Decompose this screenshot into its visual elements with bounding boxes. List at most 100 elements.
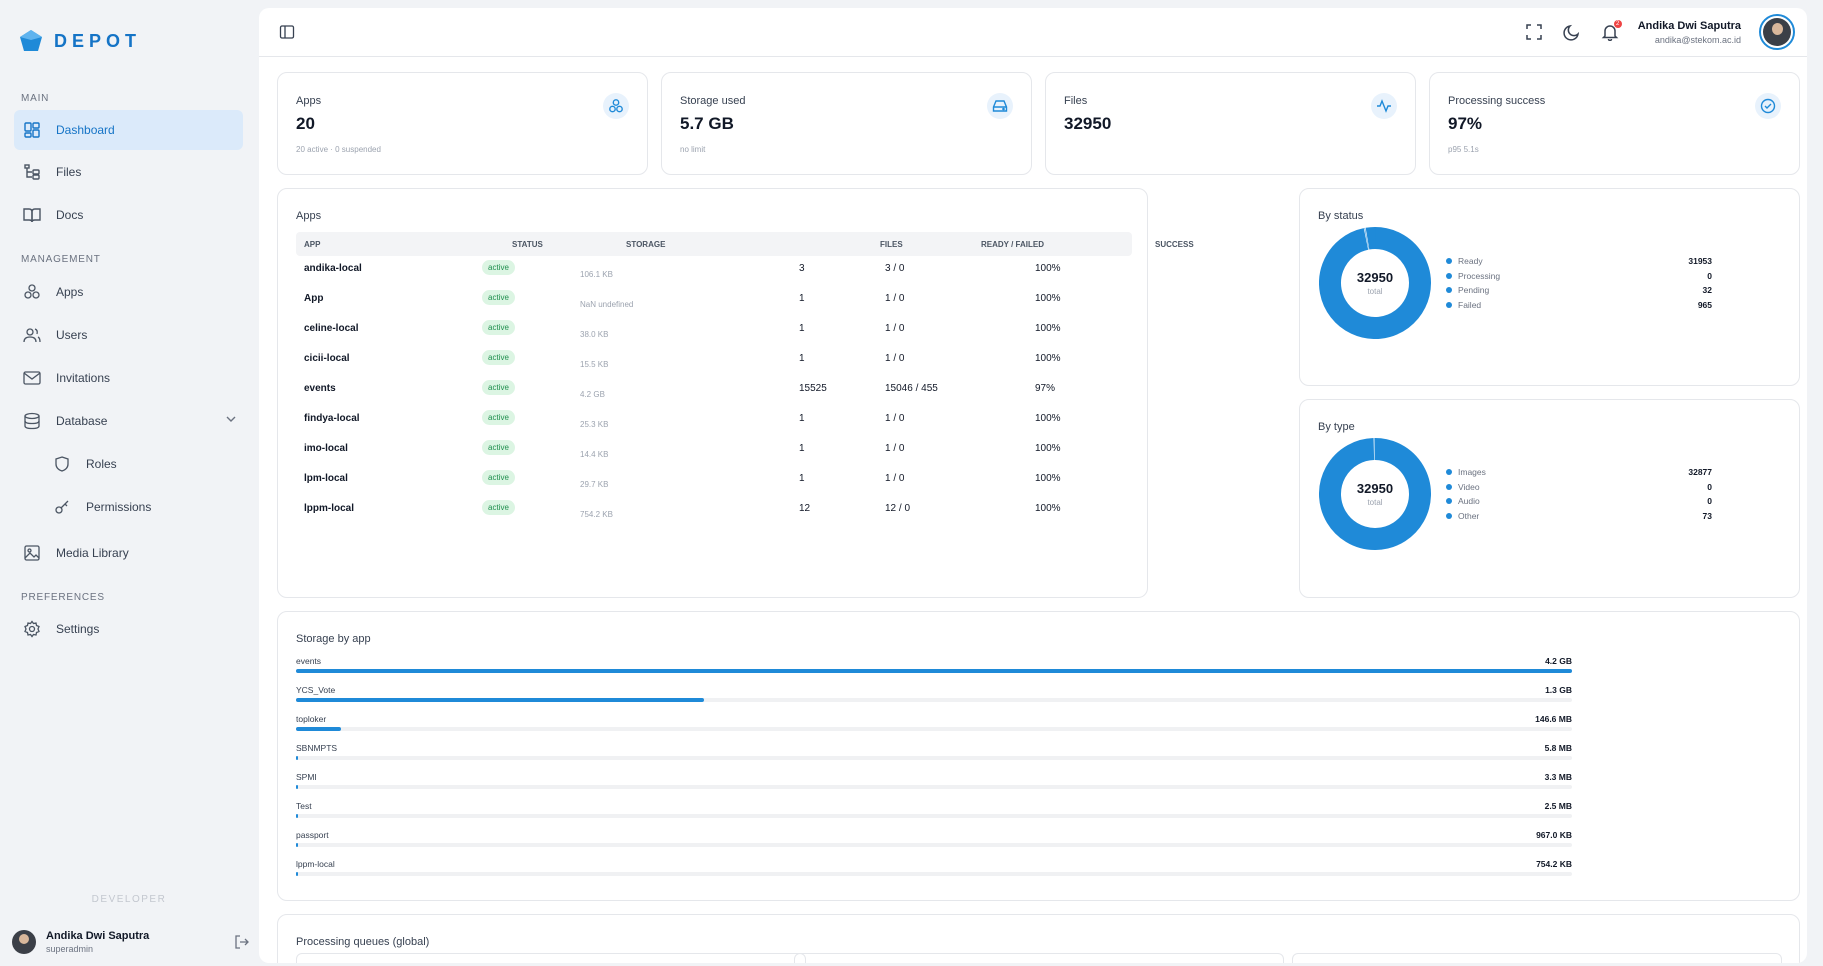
table-row[interactable]: lpm-local active 29.7 KB 1 1 / 0 100% bbox=[296, 466, 1132, 492]
ready-failed: 1 / 0 bbox=[885, 353, 905, 364]
storage-app-size: 1.3 GB bbox=[1545, 685, 1572, 695]
sidebar-item-label: Files bbox=[56, 165, 82, 179]
app-name[interactable]: lpm-local bbox=[304, 473, 348, 484]
storage-value: 106.1 KB bbox=[580, 270, 613, 279]
fullscreen-icon[interactable] bbox=[1524, 22, 1544, 42]
sidebar-item-docs[interactable]: Docs bbox=[14, 195, 243, 235]
section-label-management: MANAGEMENT bbox=[21, 254, 101, 265]
apps-icon bbox=[603, 93, 629, 119]
sidebar-toggle-icon[interactable] bbox=[279, 24, 295, 45]
storage-app-name: SPMI bbox=[296, 772, 317, 782]
sidebar-item-label: Permissions bbox=[86, 500, 152, 514]
sidebar-item-settings[interactable]: Settings bbox=[14, 609, 243, 649]
storage-app-row[interactable]: Test 2.5 MB bbox=[296, 801, 1572, 825]
donut-center: 32950 total bbox=[1319, 438, 1431, 550]
success-rate: 100% bbox=[1035, 293, 1061, 304]
legend-dot bbox=[1446, 498, 1452, 504]
apps-table-card: Apps APP STATUS STORAGE FILES READY / FA… bbox=[277, 188, 1194, 598]
storage-app-row[interactable]: events 4.2 GB bbox=[296, 656, 1572, 680]
sidebar-item-permissions[interactable]: Permissions bbox=[44, 487, 243, 527]
donut-total-label: total bbox=[1367, 287, 1383, 296]
storage-app-row[interactable]: passport 967.0 KB bbox=[296, 830, 1572, 854]
sidebar-item-files[interactable]: Files bbox=[14, 152, 243, 192]
table-row[interactable]: App active NaN undefined 1 1 / 0 100% bbox=[296, 286, 1132, 312]
table-row[interactable]: events active 4.2 GB 15525 15046 / 455 97% bbox=[296, 376, 1132, 402]
type-legend: Images 32877 Video 0 Audio 0 Other 73 bbox=[1446, 466, 1712, 524]
legend-item: Video 0 bbox=[1446, 481, 1712, 496]
ready-failed: 1 / 0 bbox=[885, 293, 905, 304]
storage-app-row[interactable]: SBNMPTS 5.8 MB bbox=[296, 743, 1572, 767]
app-name[interactable]: App bbox=[304, 293, 323, 304]
success-rate: 100% bbox=[1035, 263, 1061, 274]
avatar[interactable] bbox=[1759, 14, 1795, 50]
sidebar-item-users[interactable]: Users bbox=[14, 315, 243, 355]
col-ready-failed[interactable]: READY / FAILED bbox=[981, 240, 1044, 249]
files-count: 1 bbox=[799, 323, 805, 334]
app-name[interactable]: celine-local bbox=[304, 323, 358, 334]
sidebar-item-media-library[interactable]: Media Library bbox=[14, 533, 243, 573]
sidebar-item-roles[interactable]: Roles bbox=[44, 444, 243, 484]
app-name[interactable]: lppm-local bbox=[304, 503, 354, 514]
sidebar-user-name: Andika Dwi Saputra bbox=[46, 930, 150, 942]
stat-card-files: Files 32950 bbox=[1045, 72, 1416, 175]
status-badge: active bbox=[482, 470, 515, 485]
queue-webhooks[interactable]: webhooks bbox=[794, 953, 1284, 963]
drive-icon bbox=[987, 93, 1013, 119]
check-circle-icon bbox=[1755, 93, 1781, 119]
gear-icon bbox=[22, 619, 42, 639]
header-user[interactable]: Andika Dwi Saputra andika@stekom.ac.id bbox=[1638, 20, 1741, 45]
storage-app-row[interactable]: toploker 146.6 MB bbox=[296, 714, 1572, 738]
status-legend: Ready 31953 Processing 0 Pending 32 Failed 965 bbox=[1446, 255, 1712, 313]
table-row[interactable]: cicii-local active 15.5 KB 1 1 / 0 100% bbox=[296, 346, 1132, 372]
queue-media-processing[interactable]: media-processing bbox=[296, 953, 806, 963]
storage-value: 38.0 KB bbox=[580, 330, 609, 339]
legend-item: Pending 32 bbox=[1446, 284, 1712, 299]
table-row[interactable]: imo-local active 14.4 KB 1 1 / 0 100% bbox=[296, 436, 1132, 462]
storage-app-size: 3.3 MB bbox=[1544, 772, 1572, 782]
legend-label: Video bbox=[1458, 481, 1480, 492]
sidebar-item-dashboard[interactable]: Dashboard bbox=[14, 110, 243, 150]
section-label-preferences: PREFERENCES bbox=[21, 592, 105, 603]
activity-icon bbox=[1371, 93, 1397, 119]
bell-icon[interactable]: 2 bbox=[1600, 20, 1622, 42]
col-files[interactable]: FILES bbox=[880, 240, 903, 249]
storage-app-bar bbox=[296, 698, 1572, 702]
legend-dot bbox=[1446, 469, 1452, 475]
table-row[interactable]: lppm-local active 754.2 KB 12 12 / 0 100% bbox=[296, 496, 1132, 522]
brand-logo[interactable]: DEPOT bbox=[18, 28, 141, 54]
success-rate: 100% bbox=[1035, 413, 1061, 424]
app-name[interactable]: cicii-local bbox=[304, 353, 350, 364]
legend-value: 73 bbox=[1702, 510, 1712, 521]
moon-icon[interactable] bbox=[1562, 22, 1582, 42]
storage-value: 29.7 KB bbox=[580, 480, 609, 489]
table-row[interactable]: celine-local active 38.0 KB 1 1 / 0 100% bbox=[296, 316, 1132, 342]
storage-app-name: passport bbox=[296, 830, 329, 840]
app-name[interactable]: imo-local bbox=[304, 443, 348, 454]
shield-icon bbox=[52, 454, 72, 474]
col-app[interactable]: APP bbox=[304, 240, 320, 249]
sidebar-user[interactable]: Andika Dwi Saputra superadmin bbox=[12, 930, 149, 954]
storage-app-row[interactable]: lppm-local 754.2 KB bbox=[296, 859, 1572, 883]
logout-icon[interactable] bbox=[234, 934, 250, 955]
table-row[interactable]: findya-local active 25.3 KB 1 1 / 0 100% bbox=[296, 406, 1132, 432]
col-success[interactable]: SUCCESS bbox=[1155, 240, 1194, 249]
storage-app-size: 2.5 MB bbox=[1544, 801, 1572, 811]
app-name[interactable]: andika-local bbox=[304, 263, 362, 274]
storage-app-row[interactable]: YCS_Vote 1.3 GB bbox=[296, 685, 1572, 709]
stat-label: Files bbox=[1064, 95, 1088, 107]
app-name[interactable]: findya-local bbox=[304, 413, 360, 424]
table-row[interactable]: andika-local active 106.1 KB 3 3 / 0 100% bbox=[296, 256, 1132, 282]
sidebar-item-invitations[interactable]: Invitations bbox=[14, 358, 243, 398]
col-storage[interactable]: STORAGE bbox=[626, 240, 665, 249]
sidebar-item-database[interactable]: Database bbox=[14, 401, 243, 441]
storage-app-bar bbox=[296, 872, 1572, 876]
topbar: 2 Andika Dwi Saputra andika@stekom.ac.id bbox=[259, 8, 1807, 57]
col-status[interactable]: STATUS bbox=[512, 240, 543, 249]
storage-app-row[interactable]: SPMI 3.3 MB bbox=[296, 772, 1572, 796]
sidebar-item-apps[interactable]: Apps bbox=[14, 272, 243, 312]
notification-badge: 2 bbox=[1613, 20, 1622, 28]
stat-sub: no limit bbox=[680, 145, 706, 154]
queue-maintenance[interactable]: maintenance bbox=[1292, 953, 1782, 963]
app-name[interactable]: events bbox=[304, 383, 336, 394]
stat-sub: p95 5.1s bbox=[1448, 145, 1479, 154]
